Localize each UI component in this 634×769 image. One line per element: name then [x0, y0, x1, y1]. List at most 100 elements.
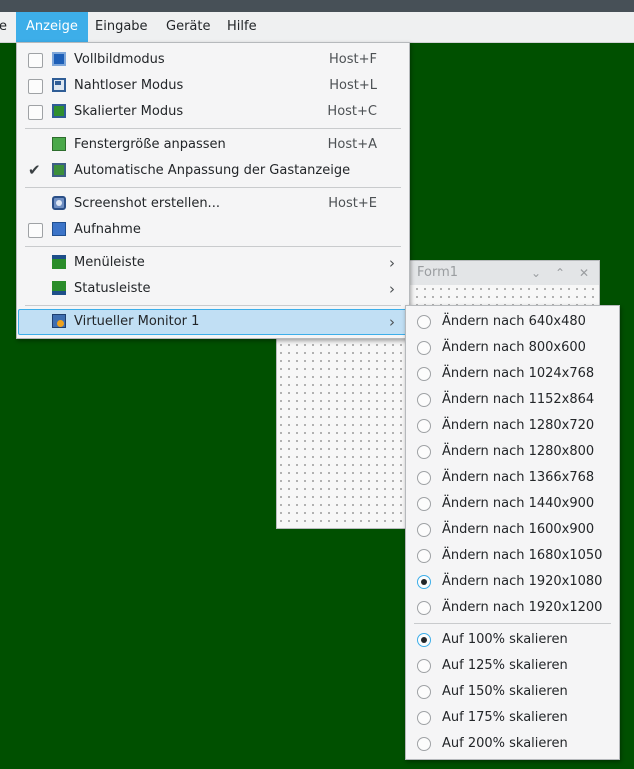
anzeige-menu: Vollbildmodus Host+F Nahtloser Modus Hos…	[16, 42, 410, 339]
menu-separator	[414, 623, 611, 624]
resolution-option[interactable]: Ändern nach 1920x1080	[407, 569, 618, 595]
radio-button[interactable]	[417, 341, 431, 355]
menu-item-statusleiste[interactable]: Statusleiste ›	[18, 276, 408, 302]
menu-item-label: Virtueller Monitor 1	[74, 314, 200, 329]
menu-item-auto-anpassung[interactable]: ✔ Automatische Anpassung der Gastanzeige	[18, 158, 408, 184]
radio-button[interactable]	[417, 685, 431, 699]
auto-resize-icon	[52, 163, 66, 177]
resolution-option[interactable]: Ändern nach 1680x1050	[407, 543, 618, 569]
virtual-monitor-icon	[52, 314, 66, 328]
resolution-option[interactable]: Ändern nach 1440x900	[407, 491, 618, 517]
radio-button[interactable]	[417, 601, 431, 615]
resolution-label: Ändern nach 1920x1200	[442, 600, 603, 615]
resolution-option[interactable]: Ändern nach 1920x1200	[407, 595, 618, 621]
scale-label: Auf 150% skalieren	[442, 684, 568, 699]
menu-item-shortcut: Host+A	[327, 137, 377, 152]
resolution-option[interactable]: Ändern nach 1152x864	[407, 387, 618, 413]
scale-option[interactable]: Auf 100% skalieren	[407, 627, 618, 653]
radio-button[interactable]	[417, 549, 431, 563]
menu-item-shortcut: Host+C	[327, 104, 377, 119]
scale-option[interactable]: Auf 150% skalieren	[407, 679, 618, 705]
minimize-icon[interactable]: ⌄	[527, 264, 545, 282]
resolution-label: Ändern nach 1366x768	[442, 470, 595, 485]
menu-item-nahtloser-modus[interactable]: Nahtloser Modus Host+L	[18, 73, 408, 99]
scale-label: Auf 100% skalieren	[442, 632, 568, 647]
chevron-right-icon: ›	[389, 313, 395, 331]
menu-item-label: Aufnahme	[74, 222, 141, 237]
resolution-option[interactable]: Ändern nach 1024x768	[407, 361, 618, 387]
resolution-label: Ändern nach 1280x720	[442, 418, 595, 433]
radio-button[interactable]	[417, 497, 431, 511]
scale-label: Auf 125% skalieren	[442, 658, 568, 673]
radio-button[interactable]	[417, 575, 431, 589]
scale-option[interactable]: Auf 175% skalieren	[407, 705, 618, 731]
radio-button[interactable]	[417, 659, 431, 673]
chevron-right-icon: ›	[389, 280, 395, 298]
resolution-option[interactable]: Ändern nach 1366x768	[407, 465, 618, 491]
resolution-label: Ändern nach 1280x800	[442, 444, 595, 459]
chevron-right-icon: ›	[389, 254, 395, 272]
resolution-option[interactable]: Ändern nach 640x480	[407, 309, 618, 335]
resolution-option[interactable]: Ändern nach 1280x800	[407, 439, 618, 465]
resolution-label: Ändern nach 1440x900	[442, 496, 595, 511]
window-top-strip	[0, 0, 634, 12]
checkmark-icon[interactable]: ✔	[28, 160, 44, 180]
resolution-label: Ändern nach 1152x864	[442, 392, 595, 407]
menu-item-skalierter-modus[interactable]: Skalierter Modus Host+C	[18, 99, 408, 125]
radio-button[interactable]	[417, 737, 431, 751]
radio-button[interactable]	[417, 367, 431, 381]
menubar-item-anzeige[interactable]: Anzeige	[16, 12, 88, 42]
resolution-option[interactable]: Ändern nach 800x600	[407, 335, 618, 361]
resolution-label: Ändern nach 1024x768	[442, 366, 595, 381]
scale-label: Auf 200% skalieren	[442, 736, 568, 751]
menu-separator	[25, 128, 401, 129]
virtual-monitor-submenu: Ändern nach 640x480 Ändern nach 800x600 Än…	[405, 305, 620, 760]
resolution-option[interactable]: Ändern nach 1600x900	[407, 517, 618, 543]
maximize-icon[interactable]: ⌃	[551, 264, 569, 282]
menu-item-menueleiste[interactable]: Menüleiste ›	[18, 250, 408, 276]
menubar-icon	[52, 255, 66, 269]
checkbox-skalierter-modus[interactable]	[28, 105, 43, 120]
menu-separator	[25, 187, 401, 188]
radio-button[interactable]	[417, 419, 431, 433]
radio-button[interactable]	[417, 315, 431, 329]
resolution-label: Ändern nach 1920x1080	[442, 574, 603, 589]
radio-button[interactable]	[417, 523, 431, 537]
checkbox-nahtloser-modus[interactable]	[28, 79, 43, 94]
checkbox-aufnahme[interactable]	[28, 223, 43, 238]
scale-option[interactable]: Auf 200% skalieren	[407, 731, 618, 757]
radio-button[interactable]	[417, 633, 431, 647]
menu-item-label: Statusleiste	[74, 281, 151, 296]
menu-item-fenstergroesse[interactable]: Fenstergröße anpassen Host+A	[18, 132, 408, 158]
radio-button[interactable]	[417, 471, 431, 485]
menubar-item-file[interactable]: e	[0, 12, 17, 42]
menu-item-vollbildmodus[interactable]: Vollbildmodus Host+F	[18, 47, 408, 73]
resolution-label: Ändern nach 640x480	[442, 314, 586, 329]
menu-item-label: Nahtloser Modus	[74, 78, 184, 93]
menu-item-aufnahme[interactable]: Aufnahme	[18, 217, 408, 243]
seamless-icon	[52, 78, 66, 92]
menubar-item-geraete[interactable]: Geräte	[156, 12, 220, 42]
screenshot-icon	[52, 196, 66, 210]
close-icon[interactable]: ✕	[575, 264, 593, 282]
menu-item-label: Vollbildmodus	[74, 52, 165, 67]
window-resize-icon	[52, 137, 66, 151]
scale-option[interactable]: Auf 125% skalieren	[407, 653, 618, 679]
menu-item-label: Automatische Anpassung der Gastanzeige	[74, 163, 351, 178]
radio-button[interactable]	[417, 393, 431, 407]
resolution-label: Ändern nach 1600x900	[442, 522, 595, 537]
checkbox-vollbildmodus[interactable]	[28, 53, 43, 68]
menu-item-label: Screenshot erstellen...	[74, 196, 220, 211]
menubar-item-hilfe[interactable]: Hilfe	[217, 12, 267, 42]
radio-button[interactable]	[417, 445, 431, 459]
statusbar-icon	[52, 281, 66, 295]
menu-item-virtueller-monitor[interactable]: Virtueller Monitor 1 ›	[18, 309, 408, 335]
menu-item-screenshot[interactable]: Screenshot erstellen... Host+E	[18, 191, 408, 217]
record-icon	[52, 222, 66, 236]
menu-separator	[25, 305, 401, 306]
resolution-option[interactable]: Ändern nach 1280x720	[407, 413, 618, 439]
menu-separator	[25, 246, 401, 247]
menu-item-shortcut: Host+L	[329, 78, 377, 93]
menubar-item-eingabe[interactable]: Eingabe	[85, 12, 158, 42]
radio-button[interactable]	[417, 711, 431, 725]
